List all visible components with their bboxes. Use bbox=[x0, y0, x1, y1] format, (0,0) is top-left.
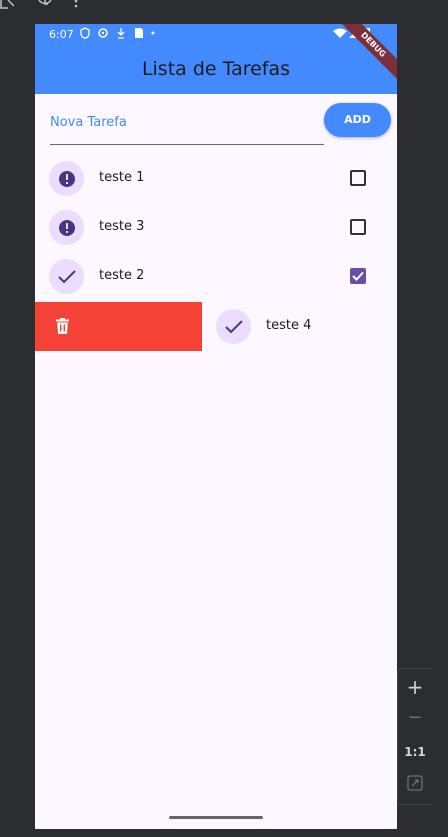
task-label: teste 3 bbox=[99, 219, 145, 234]
status-time: 6:07 bbox=[49, 28, 74, 41]
gesture-nav-bar[interactable] bbox=[169, 816, 263, 819]
more-options-icon[interactable] bbox=[74, 0, 78, 11]
list-item[interactable]: teste 3 bbox=[35, 203, 397, 252]
add-button[interactable]: ADD bbox=[324, 103, 391, 137]
device-screen: 6:07 Lista de Tarefas DEBUG ADD bbox=[35, 24, 397, 829]
task-label: teste 2 bbox=[99, 268, 145, 283]
status-bar: 6:07 bbox=[35, 24, 397, 46]
trash-icon bbox=[56, 318, 69, 338]
check-icon bbox=[216, 309, 251, 344]
task-label: teste 1 bbox=[99, 170, 145, 185]
list-item[interactable]: teste 2 bbox=[35, 252, 397, 301]
task-checkbox[interactable] bbox=[350, 170, 366, 186]
app-bar: Lista de Tarefas bbox=[35, 46, 397, 94]
dismissible-list-item[interactable]: teste 4 bbox=[35, 302, 397, 351]
notification-icons bbox=[79, 27, 155, 42]
fit-screen-icon[interactable] bbox=[398, 775, 432, 795]
history-icon[interactable] bbox=[37, 0, 53, 11]
zoom-reset-button[interactable]: 1:1 bbox=[398, 745, 432, 759]
page-title: Lista de Tarefas bbox=[141, 58, 291, 80]
task-label: teste 4 bbox=[266, 318, 312, 333]
device-mirror-icon[interactable] bbox=[0, 0, 15, 11]
zoom-out-button[interactable]: − bbox=[398, 707, 432, 728]
emulator-zoom-controls: + − 1:1 bbox=[397, 668, 432, 805]
task-checkbox[interactable] bbox=[350, 219, 366, 235]
list-item[interactable]: teste 1 bbox=[35, 154, 397, 203]
new-task-input[interactable] bbox=[50, 108, 324, 136]
list-item[interactable]: teste 4 bbox=[202, 302, 397, 351]
check-icon bbox=[49, 259, 84, 294]
exclamation-icon bbox=[49, 161, 84, 196]
task-checkbox[interactable] bbox=[350, 268, 366, 284]
exclamation-icon bbox=[49, 210, 84, 245]
ide-toolbar bbox=[0, 0, 448, 24]
zoom-in-button[interactable]: + bbox=[398, 675, 432, 699]
new-task-field[interactable] bbox=[50, 108, 324, 145]
delete-background bbox=[35, 302, 202, 351]
